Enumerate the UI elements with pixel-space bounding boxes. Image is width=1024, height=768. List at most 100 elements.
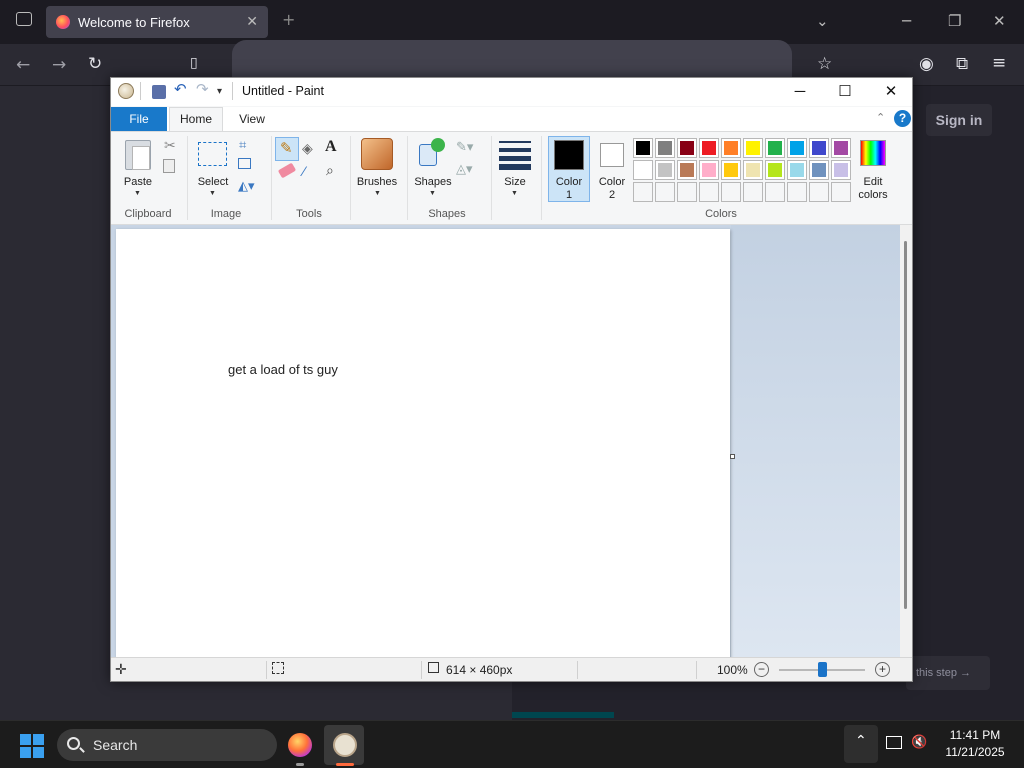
zoom-slider-thumb[interactable] (817, 662, 827, 677)
collapse-ribbon-icon[interactable]: ⌃ (876, 111, 885, 124)
tab-welcome-to-firefox[interactable]: Welcome to Firefox ✕ (46, 6, 268, 38)
color-swatch[interactable] (765, 160, 785, 180)
browser-minimize-icon[interactable]: ─ (902, 12, 911, 30)
custom-color-slot[interactable] (721, 182, 741, 202)
select-dropdown-icon[interactable]: ▼ (209, 190, 216, 197)
copy-icon[interactable] (163, 159, 175, 173)
resize-icon[interactable] (238, 158, 251, 169)
extensions-icon[interactable]: ⧉ (956, 54, 968, 74)
color-swatch[interactable] (831, 138, 851, 158)
color-swatch[interactable] (743, 160, 763, 180)
browser-maximize-icon[interactable]: ❐ (948, 12, 961, 30)
help-button[interactable]: ? (894, 110, 911, 127)
tab-close-icon[interactable]: ✕ (246, 13, 258, 30)
pencil-icon[interactable]: ✎ (280, 139, 293, 157)
list-all-tabs-chevron-icon[interactable]: ⌄ (816, 12, 829, 30)
fill-icon[interactable]: ◬▾ (456, 161, 473, 177)
reload-icon[interactable]: ↻ (88, 54, 102, 74)
text-tool-icon[interactable]: A (325, 138, 337, 156)
color-swatch[interactable] (831, 160, 851, 180)
paint-taskbar-icon[interactable] (333, 733, 357, 757)
size-icon[interactable] (499, 141, 531, 170)
color-swatch[interactable] (743, 138, 763, 158)
color2-swatch[interactable] (600, 143, 624, 167)
color-picker-icon[interactable]: ⁄ (303, 163, 305, 179)
start-button[interactable] (20, 734, 44, 758)
color-swatch[interactable] (787, 160, 807, 180)
close-button[interactable]: ✕ (877, 81, 905, 103)
bookmark-star-icon[interactable]: ☆ (817, 54, 832, 74)
brushes-button[interactable]: Brushes (354, 176, 400, 189)
color-swatch[interactable] (699, 160, 719, 180)
crop-icon[interactable]: ⌗ (239, 137, 246, 153)
size-dropdown-icon[interactable]: ▼ (511, 190, 518, 197)
size-button[interactable]: Size (499, 176, 531, 189)
back-icon[interactable]: ← (16, 55, 30, 75)
select-icon[interactable] (198, 142, 227, 166)
color-swatch[interactable] (765, 138, 785, 158)
custom-color-slot[interactable] (655, 182, 675, 202)
outline-icon[interactable]: ✎▾ (456, 139, 473, 155)
color1-swatch[interactable] (554, 140, 584, 170)
shapes-button[interactable]: Shapes (411, 176, 455, 189)
minimize-button[interactable]: ─ (786, 81, 814, 103)
color-swatch[interactable] (787, 138, 807, 158)
tab-home[interactable]: Home (169, 107, 223, 132)
edit-colors-button[interactable]: Edit colors (851, 176, 895, 202)
cut-icon[interactable]: ✂ (164, 137, 176, 154)
clock-time[interactable]: 11:41 PM (940, 728, 1010, 742)
vertical-scrollbar[interactable] (900, 225, 912, 657)
tab-file[interactable]: File (111, 107, 167, 131)
color-swatch[interactable] (721, 138, 741, 158)
tab-view[interactable]: View (225, 107, 279, 131)
paste-button[interactable]: Paste (123, 176, 153, 189)
select-button[interactable]: Select (195, 176, 231, 189)
custom-color-slot[interactable] (699, 182, 719, 202)
color-swatch[interactable] (677, 138, 697, 158)
color-swatch[interactable] (633, 138, 653, 158)
skip-step-button[interactable]: this step → (906, 656, 990, 690)
redo-icon[interactable]: ↷ (196, 82, 209, 97)
shapes-dropdown-icon[interactable]: ▼ (429, 190, 436, 197)
edit-colors-icon[interactable] (860, 140, 886, 166)
brushes-icon[interactable] (361, 138, 393, 170)
firefox-taskbar-icon[interactable] (288, 733, 312, 757)
custom-color-slot[interactable] (765, 182, 785, 202)
paste-icon[interactable] (125, 140, 151, 170)
network-icon[interactable] (886, 736, 902, 749)
undo-icon[interactable]: ↶ (174, 82, 187, 97)
customize-quick-access-icon[interactable]: ▾ (217, 84, 222, 99)
zoom-in-button[interactable]: + (875, 662, 890, 677)
paste-dropdown-icon[interactable]: ▼ (134, 190, 141, 197)
magnifier-icon[interactable]: ⌕ (326, 162, 334, 179)
custom-color-slot[interactable] (677, 182, 697, 202)
custom-color-slot[interactable] (809, 182, 829, 202)
color-swatch[interactable] (633, 160, 653, 180)
canvas-resize-handle[interactable] (730, 454, 735, 459)
chevron-up-icon[interactable]: ⌃ (855, 733, 867, 749)
brushes-dropdown-icon[interactable]: ▼ (374, 190, 381, 197)
custom-color-slot[interactable] (743, 182, 763, 202)
sign-in-button[interactable]: Sign in (926, 104, 992, 136)
color2-label[interactable]: Color 2 (592, 176, 632, 202)
browser-close-icon[interactable]: ✕ (993, 12, 1006, 30)
menu-hamburger-icon[interactable]: ≡ (992, 53, 1006, 73)
drawing-canvas[interactable]: get a load of ts guy (116, 229, 730, 657)
rotate-icon[interactable]: ◭▾ (238, 178, 255, 194)
eraser-icon[interactable] (277, 162, 297, 179)
color-swatch[interactable] (721, 160, 741, 180)
tab-list-icon[interactable] (16, 12, 32, 26)
color-swatch[interactable] (809, 138, 829, 158)
volume-muted-icon[interactable]: 🔇 (911, 735, 927, 750)
scrollbar-thumb[interactable] (904, 241, 907, 609)
custom-color-slot[interactable] (633, 182, 653, 202)
color-swatch[interactable] (809, 160, 829, 180)
new-tab-icon[interactable]: + (282, 10, 295, 29)
color-swatch[interactable] (677, 160, 697, 180)
account-icon[interactable]: ◉ (919, 54, 934, 74)
paint-app-icon[interactable] (118, 83, 134, 99)
zoom-out-button[interactable]: − (754, 662, 769, 677)
custom-color-slot[interactable] (787, 182, 807, 202)
color-swatch[interactable] (655, 160, 675, 180)
forward-icon[interactable]: → (52, 55, 66, 75)
